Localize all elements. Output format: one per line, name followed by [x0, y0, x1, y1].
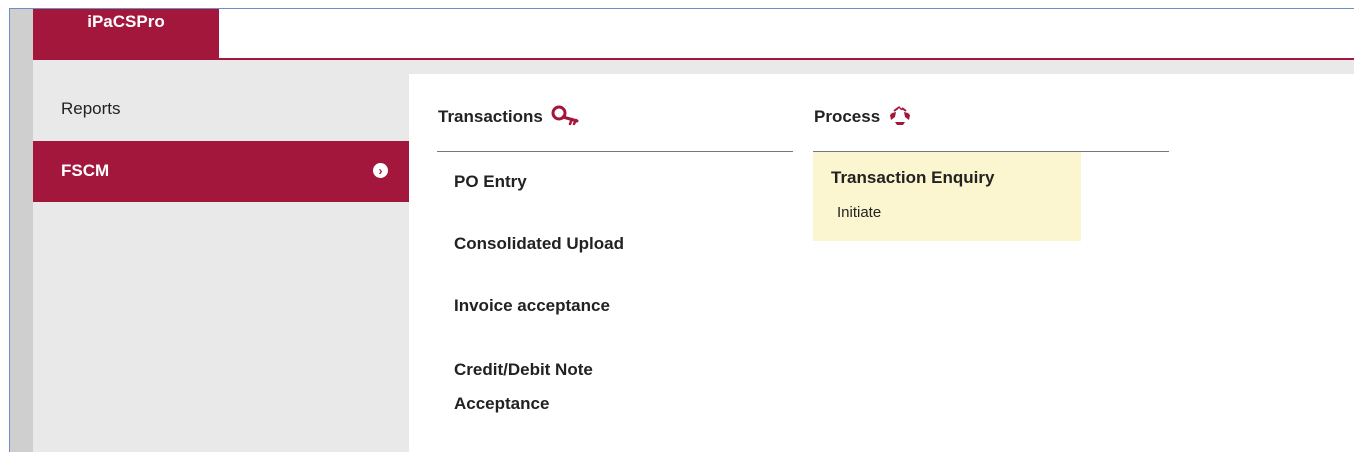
- process-heading: Process: [814, 105, 912, 129]
- chevron-right-icon: ›: [373, 163, 388, 178]
- window-top-margin: [0, 0, 1354, 8]
- left-rail: [9, 8, 33, 452]
- sidebar-item-label: Reports: [61, 99, 121, 118]
- sidebar-item-reports[interactable]: Reports: [33, 79, 409, 140]
- transaction-link-credit-debit-note[interactable]: Credit/Debit Note: [454, 355, 593, 385]
- frame-border-left: [9, 8, 10, 452]
- transactions-divider: [437, 151, 793, 152]
- main-content: [409, 74, 1354, 452]
- brand-label: iPaCSPro: [87, 12, 165, 31]
- process-item-subtitle[interactable]: Initiate: [837, 204, 881, 221]
- process-card-transaction-enquiry[interactable]: [813, 152, 1081, 241]
- recycle-icon: [888, 104, 912, 131]
- transactions-heading: Transactions: [438, 105, 581, 129]
- key-search-icon: [551, 104, 581, 131]
- transaction-link-credit-debit-note-acceptance[interactable]: Acceptance: [454, 389, 549, 419]
- brand-tab[interactable]: iPaCSPro: [33, 9, 219, 58]
- sidebar-item-label: FSCM: [61, 161, 110, 180]
- transaction-link-po-entry[interactable]: PO Entry: [454, 167, 527, 197]
- process-title: Process: [814, 107, 881, 126]
- transaction-link-consolidated-upload[interactable]: Consolidated Upload: [454, 229, 624, 259]
- sidebar-item-fscm[interactable]: FSCM ›: [33, 141, 409, 202]
- transactions-title: Transactions: [438, 107, 543, 126]
- transaction-link-invoice-acceptance[interactable]: Invoice acceptance: [454, 291, 610, 321]
- app-header: [33, 9, 1354, 59]
- process-item-title[interactable]: Transaction Enquiry: [831, 168, 994, 188]
